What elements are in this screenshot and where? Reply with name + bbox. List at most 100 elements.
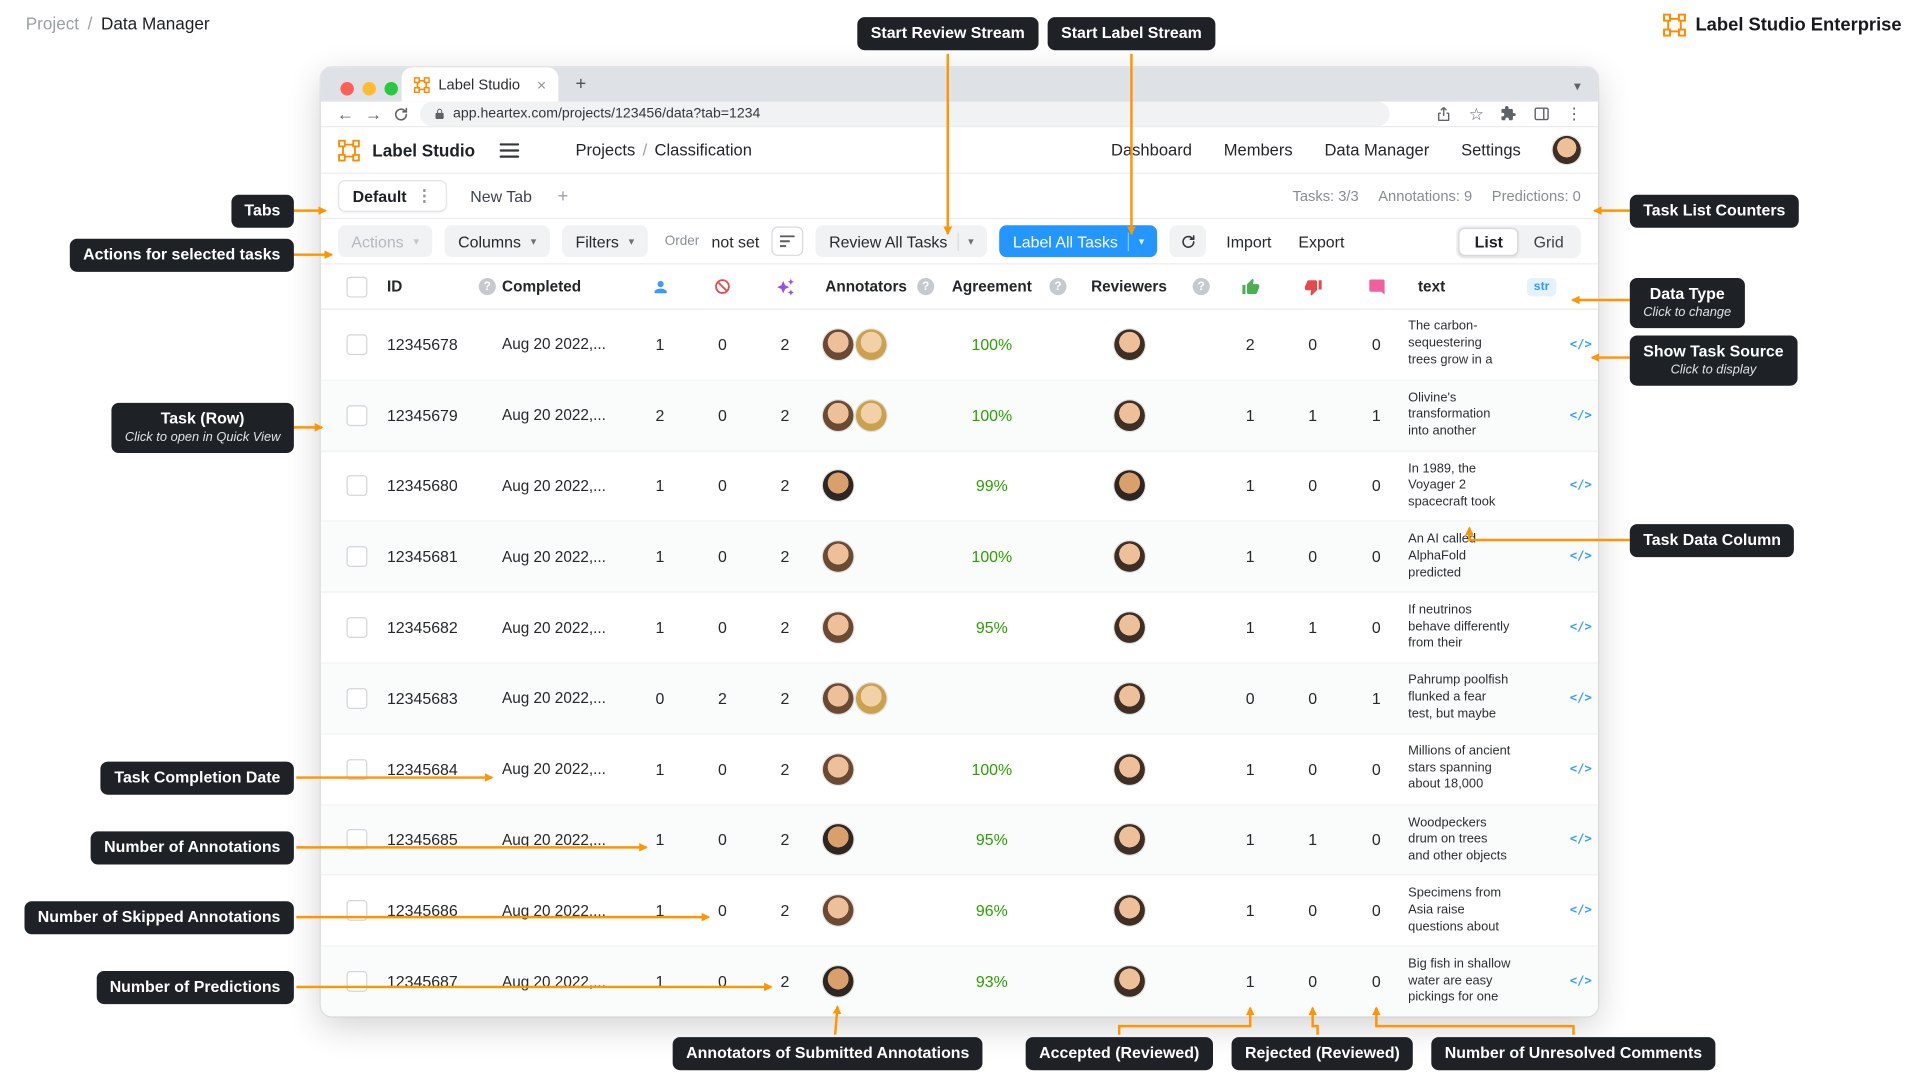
minimize-window-button[interactable]: [362, 82, 375, 95]
refresh-button[interactable]: [1170, 225, 1207, 257]
table-row[interactable]: 12345685 Aug 20 2022,... 1 0 2 95% 1 1 0…: [321, 805, 1598, 876]
task-completed-date: Aug 20 2022,...: [502, 478, 629, 495]
crumb-projects[interactable]: Projects: [576, 141, 636, 159]
column-header-skipped[interactable]: [691, 278, 755, 295]
table-row[interactable]: 12345681 Aug 20 2022,... 1 0 2 100% 1 0 …: [321, 522, 1598, 593]
close-window-button[interactable]: [340, 82, 353, 95]
crumb-project-name: Classification: [655, 141, 752, 159]
row-checkbox[interactable]: [346, 405, 367, 426]
row-checkbox[interactable]: [346, 617, 367, 638]
breadcrumb-parent[interactable]: Project: [26, 13, 79, 33]
table-row[interactable]: 12345683 Aug 20 2022,... 0 2 2 0 0 1 Pah…: [321, 664, 1598, 735]
table-row[interactable]: 12345687 Aug 20 2022,... 1 0 2 93% 1 0 0…: [321, 947, 1598, 1017]
tab-default[interactable]: Default ⋮: [338, 180, 447, 212]
new-browser-tab-button[interactable]: +: [576, 73, 587, 94]
comments-count: 0: [1344, 831, 1408, 849]
column-header-agreement[interactable]: Agreement: [943, 278, 1041, 295]
nav-settings[interactable]: Settings: [1461, 141, 1521, 159]
task-source-button[interactable]: </>: [1565, 621, 1597, 634]
nav-data-manager[interactable]: Data Manager: [1324, 141, 1429, 159]
task-source-button[interactable]: </>: [1565, 975, 1597, 988]
annotator-avatar: [823, 895, 854, 926]
label-studio-logo-icon: [1662, 13, 1685, 36]
filters-button[interactable]: Filters ▾: [562, 225, 648, 257]
column-header-id[interactable]: ID: [375, 278, 473, 295]
import-button[interactable]: Import: [1219, 232, 1279, 250]
task-source-button[interactable]: </>: [1565, 550, 1597, 563]
column-header-comments[interactable]: [1344, 277, 1408, 295]
annotator-avatar: [856, 400, 887, 431]
order-value[interactable]: not set: [711, 232, 759, 250]
hamburger-menu-icon[interactable]: [500, 143, 520, 158]
reload-button[interactable]: [393, 106, 409, 122]
task-source-button[interactable]: </>: [1565, 338, 1597, 351]
select-all-checkbox[interactable]: [346, 276, 367, 297]
add-tab-button[interactable]: +: [558, 186, 569, 207]
table-row[interactable]: 12345682 Aug 20 2022,... 1 0 2 95% 1 1 0…: [321, 593, 1598, 664]
task-source-button[interactable]: </>: [1565, 904, 1597, 917]
table-row[interactable]: 12345678 Aug 20 2022,... 1 0 2 100% 2 0 …: [321, 310, 1598, 381]
user-avatar[interactable]: [1553, 136, 1581, 164]
close-tab-icon[interactable]: ×: [537, 75, 546, 93]
column-header-reviewers[interactable]: Reviewers: [1075, 278, 1183, 295]
row-checkbox[interactable]: [346, 900, 367, 921]
maximize-window-button[interactable]: [384, 82, 397, 95]
task-source-button[interactable]: </>: [1565, 833, 1597, 846]
task-source-button[interactable]: </>: [1565, 409, 1597, 422]
app-title[interactable]: Label Studio: [372, 140, 475, 160]
task-source-button[interactable]: </>: [1565, 762, 1597, 775]
address-bar[interactable]: app.heartex.com/projects/123456/data?tab…: [420, 102, 1390, 126]
extensions-icon[interactable]: [1500, 105, 1517, 122]
forward-button[interactable]: →: [365, 105, 382, 122]
tab-default-label: Default: [353, 187, 407, 205]
column-header-annotations[interactable]: [629, 277, 690, 295]
column-header-accepted[interactable]: [1220, 277, 1281, 295]
chevron-down-icon[interactable]: ▾: [968, 234, 974, 247]
chevron-down-icon: ▾: [629, 234, 635, 247]
row-checkbox[interactable]: [346, 688, 367, 709]
row-checkbox[interactable]: [346, 830, 367, 851]
tab-options-kebab-icon[interactable]: ⋮: [416, 186, 432, 206]
browser-tab[interactable]: Label Studio ×: [402, 67, 559, 101]
nav-members[interactable]: Members: [1224, 141, 1293, 159]
data-type-badge[interactable]: str: [1526, 277, 1556, 295]
reviewer-avatar: [1114, 471, 1145, 502]
bookmark-star-icon[interactable]: ☆: [1469, 103, 1484, 124]
task-source-button[interactable]: </>: [1565, 692, 1597, 705]
column-header-predictions[interactable]: [754, 277, 815, 295]
row-checkbox[interactable]: [346, 546, 367, 567]
grid-view-button[interactable]: Grid: [1519, 228, 1578, 254]
column-header-completed[interactable]: Completed: [502, 278, 629, 295]
tab-list-chevron-icon[interactable]: ▾: [1574, 78, 1581, 94]
nav-dashboard[interactable]: Dashboard: [1111, 141, 1192, 159]
row-checkbox[interactable]: [346, 971, 367, 992]
columns-button[interactable]: Columns ▾: [445, 225, 550, 257]
label-all-tasks-button[interactable]: Label All Tasks ▾: [999, 225, 1157, 257]
back-button[interactable]: ←: [337, 105, 354, 122]
tab-new-tab[interactable]: New Tab: [457, 182, 546, 210]
chevron-down-icon[interactable]: ▾: [1139, 234, 1145, 247]
table-row[interactable]: 12345680 Aug 20 2022,... 1 0 2 99% 1 0 0…: [321, 451, 1598, 522]
share-icon[interactable]: [1436, 105, 1453, 122]
order-label: Order: [665, 234, 699, 249]
list-view-button[interactable]: List: [1459, 227, 1519, 255]
task-source-button[interactable]: </>: [1565, 479, 1597, 492]
export-button[interactable]: Export: [1291, 232, 1352, 250]
sort-order-button[interactable]: [772, 227, 804, 256]
callout-start-label-stream: Start Label Stream: [1048, 17, 1216, 50]
task-text: Specimens from Asia raise questions abou…: [1408, 886, 1518, 936]
row-checkbox[interactable]: [346, 759, 367, 780]
actions-button[interactable]: Actions ▾: [338, 225, 432, 257]
browser-menu-icon[interactable]: ⋮: [1566, 104, 1582, 124]
column-header-text[interactable]: text: [1408, 278, 1518, 295]
callout-data-type: Data Type Click to change: [1630, 278, 1745, 328]
row-checkbox[interactable]: [346, 334, 367, 355]
table-row[interactable]: 12345679 Aug 20 2022,... 2 0 2 100% 1 1 …: [321, 381, 1598, 452]
row-checkbox[interactable]: [346, 476, 367, 497]
table-row[interactable]: 12345684 Aug 20 2022,... 1 0 2 100% 1 0 …: [321, 734, 1598, 805]
column-header-rejected[interactable]: [1281, 277, 1345, 295]
table-row[interactable]: 12345686 Aug 20 2022,... 1 0 2 96% 1 0 0…: [321, 876, 1598, 947]
column-header-annotators[interactable]: Annotators: [816, 278, 909, 295]
review-all-tasks-button[interactable]: Review All Tasks ▾: [816, 225, 988, 257]
side-panel-icon[interactable]: [1533, 105, 1550, 122]
